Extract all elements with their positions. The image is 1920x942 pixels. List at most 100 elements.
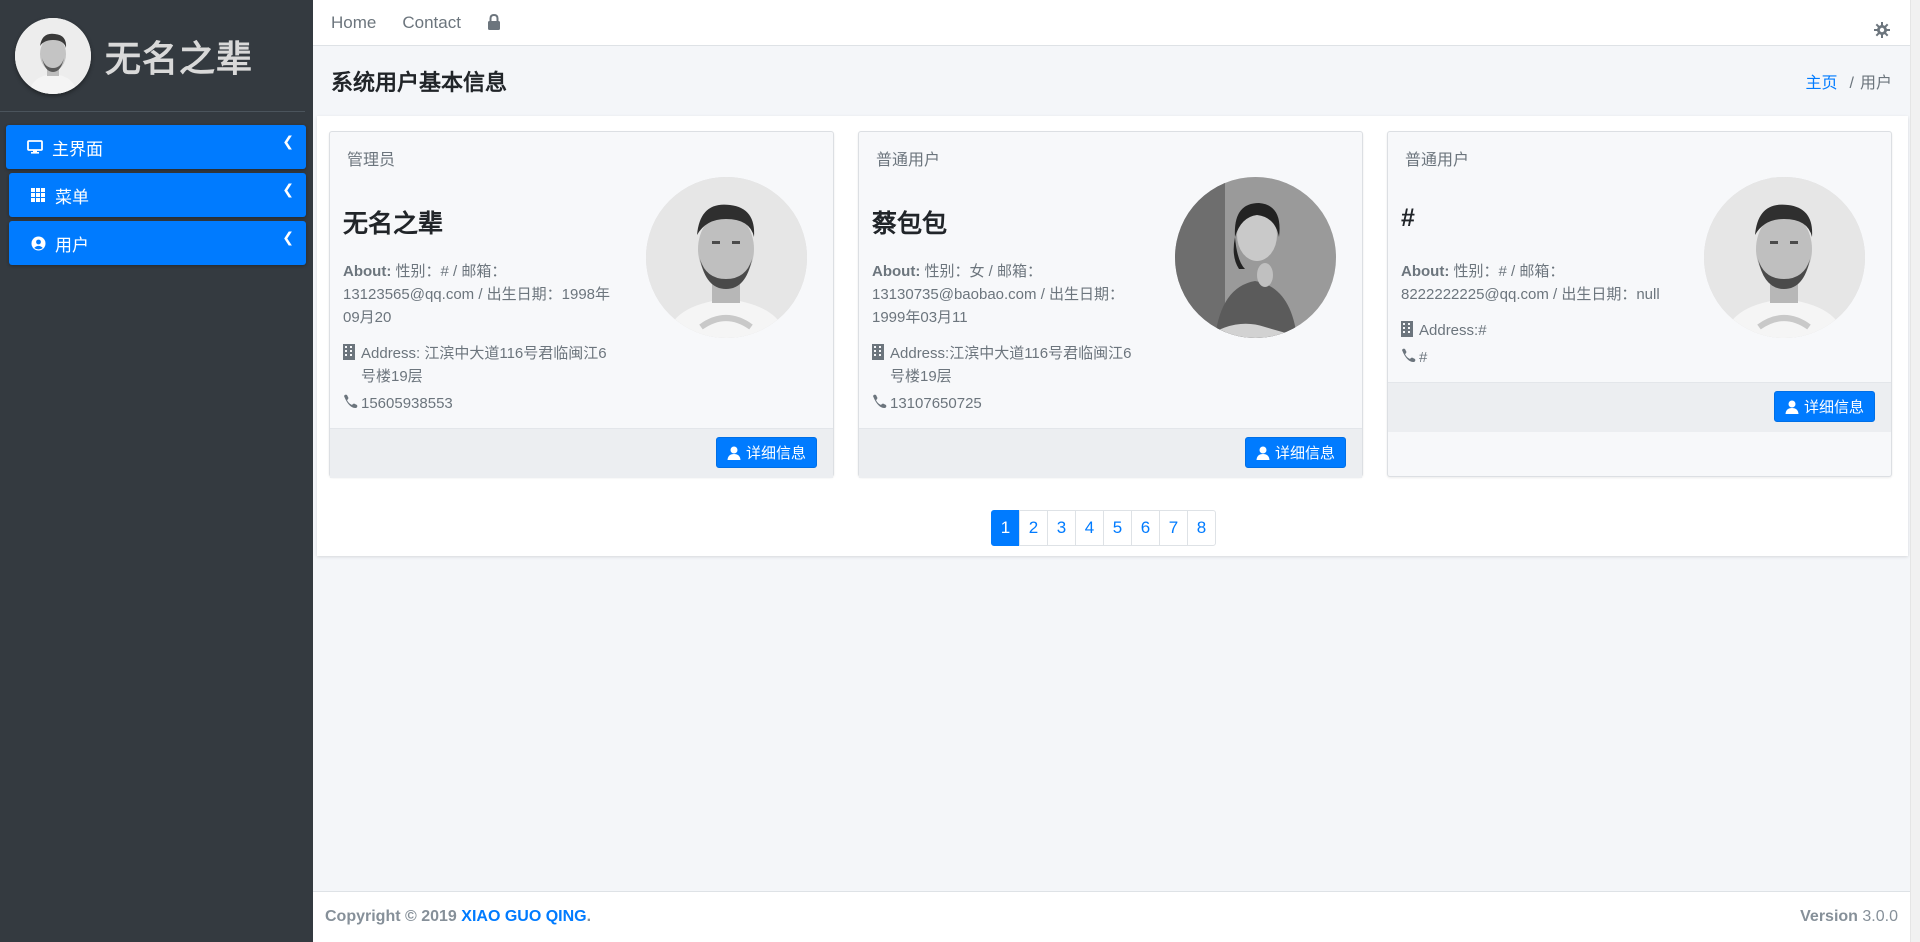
page-link-7[interactable]: 7 [1159, 510, 1188, 546]
user-cards-panel: 管理员 无名之辈 About: 性别：# / 邮箱： 13123565@qq.c… [317, 116, 1908, 556]
card-footer: 详细信息 [330, 428, 833, 478]
detail-button-label: 详细信息 [1803, 399, 1864, 416]
user-address: Address: 江滨中大道116号君临闽江6 号楼19层 [343, 342, 633, 388]
page-link-8[interactable]: 8 [1187, 510, 1216, 546]
detail-button[interactable]: 详细信息 [1244, 437, 1346, 468]
sidebar-item-menu[interactable]: 菜单 ❮ [9, 173, 306, 217]
brand[interactable]: 无名之辈 [0, 0, 305, 112]
user-name: 蔡包包 [872, 210, 948, 238]
sidebar-item-label: 主界面 [52, 139, 103, 159]
author-link[interactable]: XIAO GUO QING [461, 908, 586, 925]
breadcrumb-current: 用户 [1859, 75, 1892, 92]
user-address: Address:江滨中大道116号君临闽江6 号楼19层 [872, 342, 1162, 388]
desktop-icon [26, 138, 44, 156]
user-icon [727, 446, 741, 460]
user-circle-icon [29, 234, 47, 252]
page-link-5[interactable]: 5 [1103, 510, 1132, 546]
address-line: 号楼19层 [361, 368, 423, 385]
sidebar-item-label: 用户 [55, 235, 89, 255]
address-line: 号楼19层 [890, 368, 952, 385]
breadcrumb-home-link[interactable]: 主页 [1806, 75, 1838, 92]
about-line: 09月20 [343, 309, 392, 326]
user-card: 普通用户 # About: 性别：# / 邮箱： 8222222225@qq.c… [1387, 131, 1892, 477]
user-name: # [1401, 204, 1415, 232]
copyright-text: Copyright © 2019 [325, 908, 457, 925]
page-link-2[interactable]: 2 [1019, 510, 1048, 546]
address-line: Address: 江滨中大道116号君临闽江6 [361, 345, 607, 362]
about-line: 1999年03月11 [872, 309, 968, 326]
phone-icon [872, 394, 890, 413]
user-about: About: 性别：# / 邮箱： 8222222225@qq.com / 出生… [1401, 260, 1701, 306]
address-line: Address:# [1419, 322, 1487, 339]
user-name: 无名之辈 [343, 210, 444, 238]
card-footer: 详细信息 [859, 428, 1362, 478]
building-icon [1401, 319, 1419, 344]
user-avatar [1704, 177, 1865, 338]
about-label: About: [343, 263, 392, 280]
user-role: 普通用户 [876, 152, 941, 169]
version-number: 3.0.0 [1862, 908, 1898, 925]
phone-number: 15605938553 [361, 395, 453, 412]
page-link-6[interactable]: 6 [1131, 510, 1160, 546]
phone-number: 13107650725 [890, 395, 982, 412]
about-line: 性别：女 / 邮箱： [924, 263, 1042, 280]
user-role: 管理员 [347, 152, 396, 169]
user-avatar [646, 177, 807, 338]
building-icon [343, 342, 361, 388]
user-phone: 15605938553 [343, 394, 453, 413]
nav-home-link[interactable]: Home [331, 13, 376, 33]
sidebar-item-users[interactable]: 用户 ❮ [9, 221, 306, 265]
phone-icon [1401, 348, 1419, 367]
gear-icon[interactable] [1874, 22, 1890, 43]
detail-button[interactable]: 详细信息 [1773, 391, 1875, 422]
card-footer: 详细信息 [1388, 382, 1891, 432]
user-phone: 13107650725 [872, 394, 982, 413]
about-line: 8222222225@qq.com / 出生日期：null [1401, 286, 1660, 303]
top-navbar: Home Contact [313, 0, 1920, 46]
copyright-period: . [586, 908, 592, 925]
user-role: 普通用户 [1405, 152, 1470, 169]
page-title: 系统用户基本信息 [331, 70, 508, 95]
detail-button[interactable]: 详细信息 [715, 437, 817, 468]
sidebar-nav: 主界面 ❮ 菜单 ❮ 用户 ❮ [0, 112, 313, 265]
detail-button-label: 详细信息 [745, 445, 806, 462]
phone-number: # [1419, 349, 1428, 366]
detail-button-label: 详细信息 [1274, 445, 1335, 462]
breadcrumb-separator: / [1849, 75, 1854, 92]
building-icon [872, 342, 890, 388]
sidebar-item-main[interactable]: 主界面 ❮ [6, 125, 306, 169]
user-icon [1256, 446, 1270, 460]
page-link-3[interactable]: 3 [1047, 510, 1076, 546]
about-line: 性别：# / 邮箱： [395, 263, 507, 280]
about-line: 13123565@qq.com / 出生日期：1998年 [343, 286, 611, 303]
user-card: 普通用户 蔡包包 About: 性别：女 / 邮箱： 13130735@baob… [858, 131, 1363, 478]
version-label: Version [1800, 908, 1858, 925]
nav-contact-link[interactable]: Contact [402, 13, 461, 33]
user-icon [1785, 400, 1799, 414]
brand-name: 无名之辈 [105, 37, 254, 79]
breadcrumb: 主页 / 用户 [1806, 69, 1892, 93]
sidebar: 无名之辈 主界面 ❮ 菜单 ❮ 用户 ❮ [0, 0, 313, 942]
grid-icon [29, 186, 47, 204]
user-address: Address:# [1401, 319, 1691, 344]
about-line: 13130735@baobao.com / 出生日期： [872, 286, 1125, 303]
scrollbar[interactable] [1910, 0, 1920, 942]
user-phone: # [1401, 348, 1427, 367]
user-about: About: 性别：# / 邮箱： 13123565@qq.com / 出生日期… [343, 260, 633, 329]
about-line: 性别：# / 邮箱： [1453, 263, 1565, 280]
chevron-left-icon: ❮ [282, 229, 294, 245]
about-label: About: [872, 263, 921, 280]
brand-avatar [15, 17, 91, 94]
user-avatar [1175, 177, 1336, 338]
content-header: 系统用户基本信息 主页 / 用户 [313, 46, 1910, 116]
user-card: 管理员 无名之辈 About: 性别：# / 邮箱： 13123565@qq.c… [329, 131, 834, 478]
user-about: About: 性别：女 / 邮箱： 13130735@baobao.com / … [872, 260, 1162, 329]
chevron-left-icon: ❮ [282, 133, 294, 149]
sidebar-item-label: 菜单 [55, 187, 89, 207]
address-line: Address:江滨中大道116号君临闽江6 [890, 345, 1132, 362]
main-footer: Copyright © 2019 XIAO GUO QING. Version … [313, 891, 1910, 942]
page-link-4[interactable]: 4 [1075, 510, 1104, 546]
phone-icon [343, 394, 361, 413]
page-link-1[interactable]: 1 [991, 510, 1020, 546]
lock-icon[interactable] [487, 13, 503, 32]
